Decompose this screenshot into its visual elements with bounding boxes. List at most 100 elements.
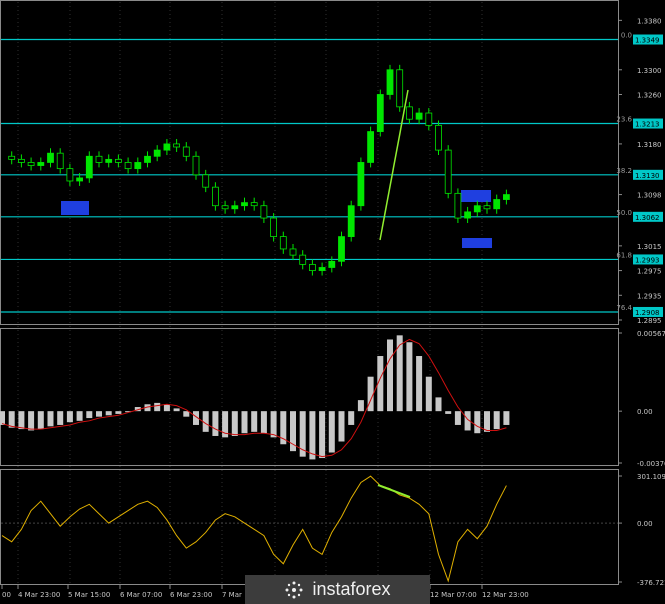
- candle-body: [182, 146, 190, 157]
- fib-price-badge: 1.3130: [635, 172, 660, 180]
- candle-body: [76, 177, 83, 182]
- candle-body: [17, 158, 25, 163]
- macd-bar: [396, 335, 403, 412]
- macd-bar: [163, 404, 170, 412]
- fib-level-tag: 76.4: [616, 304, 632, 312]
- macd-bar: [154, 402, 161, 412]
- zone-rect[interactable]: [61, 201, 89, 215]
- candle-body: [328, 260, 336, 268]
- macd-bar: [406, 342, 413, 412]
- fib-level-tag: 61.8: [616, 251, 632, 259]
- candle-body: [231, 205, 239, 210]
- candle-body: [66, 168, 74, 182]
- candle-body: [144, 155, 151, 163]
- macd-bar: [18, 411, 25, 430]
- candle-body: [473, 205, 481, 213]
- candle-body: [308, 263, 316, 271]
- cci-tick-label: -376.7214: [637, 579, 665, 587]
- time-tick-label: 5 Mar 15:00: [68, 591, 110, 599]
- price-tick-label: 1.3180: [637, 141, 662, 149]
- candle-body: [464, 211, 472, 219]
- candle-body: [386, 69, 394, 95]
- candle-body: [376, 94, 384, 132]
- macd-bar: [241, 411, 248, 434]
- price-tick-label: 1.3098: [637, 192, 662, 200]
- time-tick-label: 00: [2, 591, 11, 599]
- price-tick-label: 1.3380: [637, 17, 662, 25]
- candle-body: [250, 202, 258, 207]
- macd-bar: [96, 411, 102, 417]
- candle-body: [85, 155, 93, 179]
- macd-bar: [493, 411, 500, 430]
- macd-bar: [212, 411, 219, 436]
- fib-price-badge: 1.3062: [635, 214, 660, 222]
- time-tick-label: 12 Mar 07:00: [430, 591, 477, 599]
- candle-body: [241, 202, 248, 207]
- fib-level-tag: 50.0: [616, 209, 632, 217]
- macd-bar: [57, 411, 64, 425]
- candle-body: [435, 124, 442, 151]
- macd-tick-label: -0.00376: [637, 460, 665, 468]
- candle-body: [173, 143, 181, 148]
- instaforex-logo-icon: [285, 581, 303, 598]
- zone-rect[interactable]: [461, 190, 491, 202]
- candle-body: [270, 217, 278, 237]
- candle-body: [425, 112, 433, 126]
- candle-body: [396, 69, 404, 108]
- macd-bar: [76, 411, 83, 421]
- macd-bar: [47, 411, 54, 427]
- chart-background: [0, 0, 665, 604]
- zone-rect[interactable]: [462, 238, 492, 248]
- candle-body: [192, 155, 200, 176]
- macd-bar: [37, 411, 44, 430]
- macd-bar: [474, 411, 481, 434]
- macd-bar: [183, 411, 190, 417]
- candle-body: [260, 205, 268, 219]
- macd-bar: [328, 411, 335, 453]
- candle-body: [202, 174, 210, 188]
- candle-body: [56, 152, 64, 170]
- candle-body: [221, 205, 229, 210]
- watermark: instaforex: [245, 575, 430, 604]
- candle-body: [367, 131, 375, 163]
- macd-bar: [348, 411, 355, 425]
- time-tick-label: 6 Mar 23:00: [170, 591, 212, 599]
- cci-tick-label: 0.00: [637, 520, 653, 528]
- macd-bar: [309, 411, 316, 460]
- macd-bar: [435, 397, 442, 412]
- macd-bar: [425, 376, 432, 412]
- candle-body: [502, 194, 510, 200]
- macd-bar: [173, 408, 180, 412]
- candle-body: [95, 155, 103, 163]
- candle-body: [454, 192, 462, 219]
- macd-bar: [387, 339, 393, 412]
- candle-body: [299, 254, 307, 265]
- candle-body: [153, 149, 161, 157]
- fib-level-tag: 23.6: [616, 116, 632, 124]
- fib-price-badge: 1.2993: [635, 256, 660, 264]
- macd-bar: [416, 356, 423, 412]
- fib-level-tag: 38.2: [616, 167, 632, 175]
- macd-bar: [484, 411, 490, 432]
- candle-body: [338, 236, 345, 262]
- macd-bar: [115, 411, 122, 414]
- fib-price-badge: 1.3213: [635, 121, 660, 129]
- candle-body: [47, 152, 54, 163]
- macd-bar: [0, 411, 5, 425]
- macd-bar: [445, 411, 452, 414]
- candle-body: [8, 155, 16, 160]
- macd-bar: [251, 411, 258, 432]
- candle-body: [105, 158, 113, 163]
- trading-chart[interactable]: 0.01.3349 23.61.3213 38.21.3130 50.01.3062 6…: [0, 0, 665, 604]
- macd-tick-label: 0.00: [637, 408, 653, 416]
- macd-bar: [66, 411, 73, 423]
- candle-body: [483, 205, 491, 210]
- candle-body: [347, 205, 355, 237]
- cci-tick-label: 301.1093: [637, 473, 665, 481]
- fib-price-badge: 1.2908: [635, 309, 660, 317]
- price-tick-label: 1.3300: [637, 67, 662, 75]
- macd-bar: [319, 411, 326, 459]
- time-tick-label: 12 Mar 23:00: [482, 591, 529, 599]
- candle-body: [357, 162, 365, 207]
- candle-body: [27, 162, 35, 166]
